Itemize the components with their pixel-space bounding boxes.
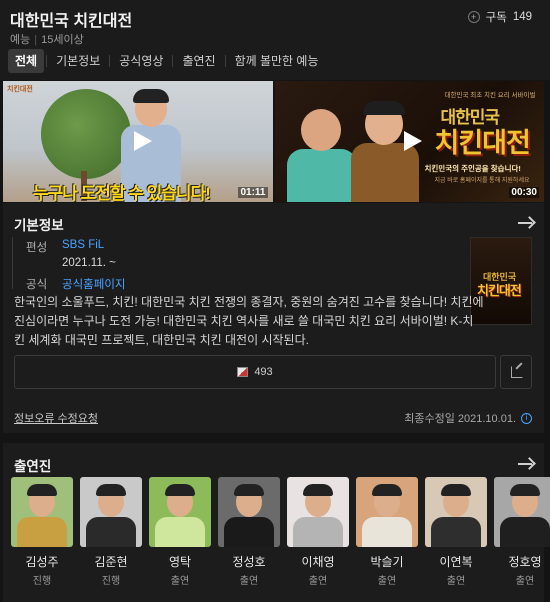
cast-card[interactable]: 김준현진행 xyxy=(80,477,142,602)
video-slogan: 치킨민국의 주인공을 찾습니다! xyxy=(424,164,521,173)
cast-card[interactable]: 김성주진행 xyxy=(11,477,73,602)
cast-name[interactable]: 정성호 xyxy=(218,553,280,570)
avatar[interactable] xyxy=(356,477,418,547)
video-duration: 01:11 xyxy=(238,187,268,198)
tab-official-videos[interactable]: 공식영상 xyxy=(112,49,170,73)
host-figure-1 xyxy=(286,109,357,202)
cast-card[interactable]: 정호영출연 xyxy=(494,477,550,602)
video-strip: 치킨대전 누구나 도전할 수 있습니다! 01:11 대한민국 최초 치킨 요리… xyxy=(3,81,544,202)
subscribe-label: 구독 xyxy=(485,12,507,24)
like-button[interactable]: 493 xyxy=(14,355,496,389)
cast-role: 출연 xyxy=(446,576,466,587)
video-caption: 누구나 도전할 수 있습니다! xyxy=(33,184,211,202)
genre-label: 예능 xyxy=(10,34,31,46)
rating-label: 15세이상 xyxy=(41,34,84,46)
cast-name[interactable]: 김준현 xyxy=(80,553,142,570)
program-meta: 예능 | 15세이상 xyxy=(10,34,84,46)
cast-card[interactable]: 이채영출연 xyxy=(287,477,349,602)
program-title[interactable]: 대한민국 치킨대전 xyxy=(10,7,132,31)
arrow-right-icon[interactable] xyxy=(518,216,534,230)
avatar[interactable] xyxy=(11,477,73,547)
cast-name[interactable]: 이채영 xyxy=(287,553,349,570)
channel-link[interactable]: SBS FiL xyxy=(62,239,104,251)
cast-title: 출연진 xyxy=(14,459,52,474)
cast-name[interactable]: 이연복 xyxy=(425,553,487,570)
cast-name[interactable]: 김성주 xyxy=(11,553,73,570)
avatar[interactable] xyxy=(494,477,550,547)
field-label-channel: 편성 xyxy=(26,242,48,254)
cast-list: 김성주 진행 김준현 진행 영탁 출연 정성호 출연 이채영 출연 박슬기 출연 이연복 출연 정호영 출연 xyxy=(11,477,550,602)
like-count: 493 xyxy=(254,366,273,378)
cast-name[interactable]: 영탁 xyxy=(149,553,211,570)
play-icon[interactable] xyxy=(398,129,422,153)
video-thumbnail-1[interactable]: 치킨대전 누구나 도전할 수 있습니다! 01:11 xyxy=(3,81,273,202)
tab-related-shows[interactable]: 함께 볼만한 예능 xyxy=(228,49,326,73)
plant-illustration xyxy=(41,89,131,179)
info-icon[interactable]: i xyxy=(521,412,532,424)
like-icon xyxy=(237,367,249,377)
cast-role: 출연 xyxy=(308,576,328,587)
cast-role: 출연 xyxy=(239,576,259,587)
program-description: 한국인의 소울푸드, 치킨! 대한민국 치킨 전쟁의 종결자, 중원의 숨겨진 … xyxy=(14,295,484,347)
video-sub-text: 지금 바로 홈페이지를 통해 지원하세요 xyxy=(434,178,530,184)
arrow-right-icon[interactable] xyxy=(518,457,534,471)
cast-role: 출연 xyxy=(515,576,535,587)
video-duration: 00:30 xyxy=(509,187,539,198)
cast-card[interactable]: 박슬기출연 xyxy=(356,477,418,602)
cast-name[interactable]: 정호영 xyxy=(494,553,550,570)
share-button[interactable] xyxy=(500,355,532,389)
avatar[interactable] xyxy=(425,477,487,547)
cast-name[interactable]: 박슬기 xyxy=(356,553,418,570)
cast-role: 출연 xyxy=(170,576,190,587)
cast-role: 진행 xyxy=(101,576,121,587)
tab-bar: 전체 기본정보 공식영상 출연진 함께 볼만한 예능 xyxy=(8,49,326,73)
basic-info-title: 기본정보 xyxy=(14,218,64,233)
avatar[interactable] xyxy=(287,477,349,547)
last-modified: 최종수정일 2021.10.01. i xyxy=(404,410,532,426)
cast-card[interactable]: 영탁출연 xyxy=(149,477,211,602)
video-thumbnail-2[interactable]: 대한민국 최초 치킨 요리 서바이벌 대한민국 치킨대전 치킨민국의 주인공을 … xyxy=(274,81,544,202)
avatar[interactable] xyxy=(149,477,211,547)
air-date: 2021.11. ~ xyxy=(62,257,116,269)
subscribe-button[interactable]: + 구독 149 xyxy=(467,9,532,25)
play-icon[interactable] xyxy=(128,129,152,153)
program-header: 대한민국 치킨대전 예능 | 15세이상 + 구독 149 전체 기본정보 공식영상… xyxy=(0,0,550,80)
cast-card[interactable]: 이연복출연 xyxy=(425,477,487,602)
tab-cast[interactable]: 출연진 xyxy=(175,49,222,73)
last-modified-text: 최종수정일 2021.10.01. xyxy=(404,413,516,425)
plus-icon: + xyxy=(467,11,480,23)
video-top-line: 대한민국 최초 치킨 요리 서바이벌 xyxy=(444,92,536,99)
field-label-official: 공식 xyxy=(26,279,48,291)
share-icon xyxy=(511,366,523,378)
subscribe-count: 149 xyxy=(512,11,532,23)
cast-card[interactable]: 정성호출연 xyxy=(218,477,280,602)
divider xyxy=(12,237,13,289)
official-homepage-link[interactable]: 공식홈페이지 xyxy=(62,276,125,292)
tab-all[interactable]: 전체 xyxy=(8,49,45,73)
video-title-big: 치킨대전 xyxy=(434,128,531,158)
avatar[interactable] xyxy=(80,477,142,547)
cast-role: 출연 xyxy=(377,576,397,587)
video-corner-logo: 치킨대전 xyxy=(7,86,33,93)
host-figure-2 xyxy=(350,101,419,202)
cast-role: 진행 xyxy=(32,576,52,587)
report-error-link[interactable]: 정보오류 수정요청 xyxy=(14,410,98,426)
tab-basic-info[interactable]: 기본정보 xyxy=(49,49,107,73)
avatar[interactable] xyxy=(218,477,280,547)
